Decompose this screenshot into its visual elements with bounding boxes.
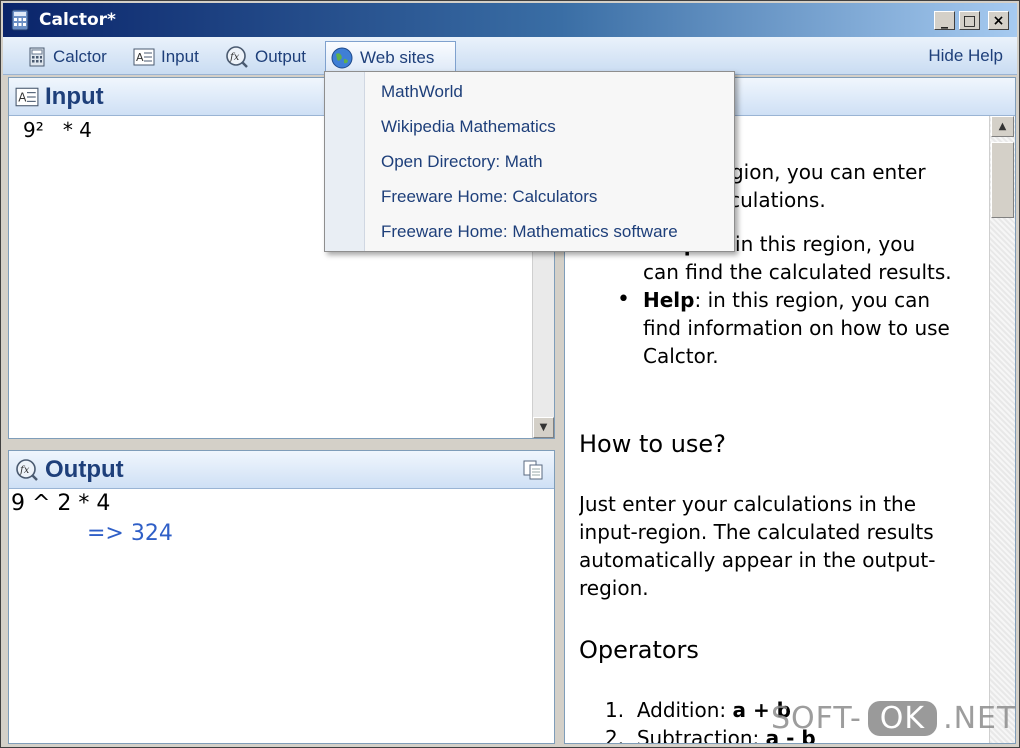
fx-icon: fx [16, 459, 38, 481]
output-panel-header: fx Output [9, 451, 554, 489]
help-bullet-term: Help [643, 288, 695, 312]
minimize-button[interactable]: _ [934, 11, 955, 30]
watermark-ok: OK [867, 701, 938, 736]
operator-number: 1. [605, 698, 625, 722]
window-title: Calctor* [39, 10, 116, 30]
fx-icon: fx [226, 45, 248, 68]
help-bullet-help: Help: in this region, you can find infor… [617, 286, 957, 370]
web-sites-menu: MathWorld Wikipedia Mathematics Open Dir… [324, 71, 735, 252]
minimize-icon: _ [941, 12, 948, 29]
title-bar[interactable]: Calctor* _ □ × [3, 3, 1017, 37]
input-icon: A [15, 87, 39, 107]
menu-item-wikipedia-mathematics[interactable]: Wikipedia Mathematics [381, 117, 556, 137]
operator-label: Subtraction: [636, 726, 766, 743]
toolbar-output-label: Output [255, 46, 307, 66]
toolbar-input-button[interactable]: A Input [129, 43, 203, 70]
scroll-thumb[interactable] [991, 142, 1014, 218]
toolbar-websites-label: Web sites [360, 48, 435, 67]
operator-label: Addition: [636, 698, 733, 722]
help-scrollbar[interactable]: ▲ [989, 116, 1015, 743]
arrow-down-icon: ▼ [539, 422, 548, 433]
input-panel-title: Input [45, 83, 104, 110]
help-heading-operators: Operators [579, 636, 699, 664]
menu-item-open-directory-math[interactable]: Open Directory: Math [381, 152, 543, 172]
maximize-button[interactable]: □ [959, 11, 980, 30]
toolbar-calctor-label: Calctor [53, 46, 107, 66]
calculator-icon [29, 47, 45, 66]
copy-icon[interactable] [522, 459, 544, 481]
output-result: => 324 [87, 521, 173, 546]
input-textarea[interactable]: 9² * 4 [23, 118, 92, 142]
app-window: Calctor* _ □ × Calctor A Input fx Output… [0, 0, 1020, 748]
menu-item-freeware-calculators[interactable]: Freeware Home: Calculators [381, 187, 597, 207]
menu-icon-gutter [325, 72, 365, 251]
hide-help-link[interactable]: Hide Help [928, 46, 1003, 66]
close-icon: × [992, 12, 1005, 29]
toolbar-calctor-button[interactable]: Calctor [23, 43, 111, 70]
input-icon: A [133, 48, 155, 65]
scroll-down-button[interactable]: ▼ [533, 417, 554, 438]
svg-text:A: A [136, 51, 144, 64]
maximize-icon: □ [962, 12, 977, 29]
svg-text:A: A [18, 90, 27, 104]
calculator-icon [11, 9, 29, 31]
globe-icon [331, 47, 353, 69]
scroll-up-button[interactable]: ▲ [991, 116, 1014, 137]
output-expression: 9 ^ 2 * 4 [11, 491, 111, 516]
svg-text:fx: fx [229, 52, 240, 63]
toolbar-input-label: Input [161, 46, 199, 66]
operator-number: 2. [605, 726, 625, 743]
menu-item-freeware-math-software[interactable]: Freeware Home: Mathematics software [381, 222, 678, 242]
toolbar-websites-button[interactable]: Web sites [325, 41, 456, 74]
help-heading-how-to-use: How to use? [579, 430, 726, 458]
toolbar-output-button[interactable]: fx Output [221, 43, 310, 70]
svg-text:fx: fx [19, 465, 30, 476]
watermark-right: .NET [943, 701, 1017, 736]
output-panel: fx Output 9 ^ 2 * 4 => 324 [8, 450, 555, 744]
watermark-left: SOFT- [771, 701, 862, 736]
output-panel-title: Output [45, 456, 124, 483]
close-button[interactable]: × [988, 11, 1009, 30]
menu-item-mathworld[interactable]: MathWorld [381, 82, 463, 102]
help-how-to-use-text: Just enter your calculations in the inpu… [579, 492, 936, 600]
main-toolbar: Calctor A Input fx Output Web sites Hide… [3, 37, 1017, 75]
watermark: SOFT- OK .NET [771, 701, 1016, 736]
arrow-up-icon: ▲ [998, 121, 1007, 132]
